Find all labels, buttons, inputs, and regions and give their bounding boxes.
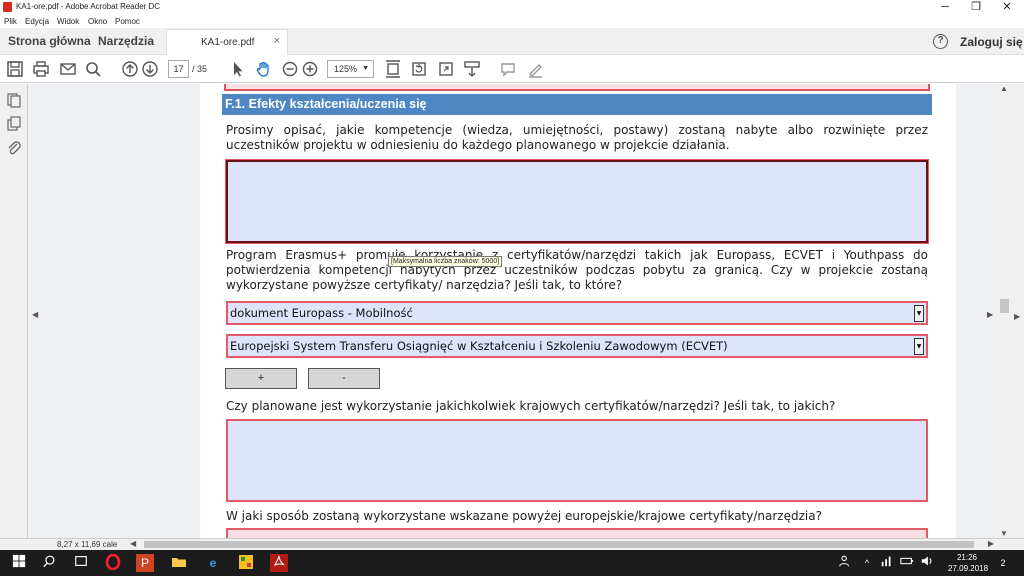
left-side-panel (0, 84, 28, 538)
powerpoint-icon[interactable]: P (136, 554, 154, 572)
task-view-icon[interactable] (72, 554, 90, 572)
status-bar: 8,27 x 11,69 cale ◀ ▶ (0, 538, 1024, 550)
select-cursor-icon[interactable] (228, 59, 248, 79)
close-button[interactable]: ✕ (992, 0, 1022, 15)
maximize-button[interactable]: ❐ (961, 0, 991, 15)
right-panel-toggle[interactable]: ▶ (1012, 84, 1024, 538)
menu-edycja[interactable]: Edycja (25, 17, 49, 26)
dropdown-2-value: Europejski System Transferu Osiągnięć w … (230, 339, 728, 353)
zoom-out-icon[interactable] (280, 59, 300, 79)
dropdown-1-value: dokument Europass - Mobilność (230, 306, 413, 320)
windows-taskbar: P e ^ 21:26 27.09.2018 2 (0, 550, 1024, 576)
nav-bar: Strona główna Narzędzia KA1-ore.pdf × ? … (0, 28, 1024, 55)
zoom-select[interactable]: 125% ▼ (327, 60, 374, 78)
page-size-label: 8,27 x 11,69 cale (57, 540, 118, 549)
add-row-button[interactable]: + (225, 368, 297, 389)
opera-icon[interactable] (104, 553, 122, 572)
instruction-text-3: Czy planowane jest wykorzystanie jakichk… (226, 399, 836, 413)
people-icon[interactable] (836, 554, 854, 572)
search-icon[interactable] (40, 554, 58, 572)
instruction-text-1: Prosimy opisać, jakie kompetencje (wiedz… (226, 123, 928, 152)
previous-field-bottom[interactable] (224, 84, 930, 91)
page-number-input[interactable]: 17 (168, 60, 189, 78)
chevron-down-icon: ▼ (362, 65, 369, 72)
fit-page-icon[interactable] (383, 59, 403, 79)
national-certificates-text-field[interactable] (226, 419, 928, 502)
nav-home[interactable]: Strona główna (8, 34, 91, 48)
menu-pomoc[interactable]: Pomoc (115, 17, 140, 26)
save-icon[interactable] (5, 59, 25, 79)
remove-row-button[interactable]: - (308, 368, 380, 389)
instruction-text-4: W jaki sposób zostaną wykorzystane wskaz… (226, 509, 822, 523)
minimize-button[interactable]: ─ (930, 0, 960, 15)
page-total: / 35 (192, 64, 208, 74)
expand-right-panel-icon[interactable]: ▶ (1014, 312, 1020, 321)
previous-page-icon[interactable] (120, 59, 140, 79)
login-link[interactable]: Zaloguj się (960, 35, 1023, 49)
page-thumbnails-icon[interactable] (6, 92, 22, 108)
notification-count: 2 (1000, 558, 1006, 568)
scroll-down-icon[interactable]: ▼ (1000, 529, 1008, 538)
scroll-right-icon[interactable]: ▶ (988, 539, 994, 548)
horizontal-scrollbar[interactable]: ◀ ▶ (130, 539, 994, 549)
chevron-down-icon[interactable]: ▼ (914, 305, 924, 322)
copy-pages-icon[interactable] (6, 116, 22, 132)
notification-center-icon[interactable]: 2 (994, 554, 1012, 572)
menu-widok[interactable]: Widok (57, 17, 79, 26)
certificate-dropdown-2[interactable]: Europejski System Transferu Osiągnięć w … (226, 334, 928, 358)
highlight-pen-icon[interactable] (525, 59, 545, 79)
comment-icon[interactable] (498, 59, 518, 79)
tray-chevron-icon[interactable]: ^ (858, 554, 876, 572)
tab-close-icon[interactable]: × (274, 35, 280, 47)
toolbar: 17 / 35 125% ▼ (0, 55, 1024, 83)
hand-tool-icon[interactable] (254, 59, 274, 79)
system-clock[interactable]: 21:26 27.09.2018 (948, 552, 989, 574)
window-title: KA1-ore.pdf - Adobe Acrobat Reader DC (16, 2, 161, 11)
next-page-arrow-icon[interactable]: ▶ (987, 310, 993, 319)
email-icon[interactable] (58, 59, 78, 79)
scroll-mode-icon[interactable] (462, 59, 482, 79)
nav-tools[interactable]: Narzędzia (98, 34, 154, 48)
title-bar: KA1-ore.pdf - Adobe Acrobat Reader DC ─ … (0, 0, 1024, 15)
clock-date: 27.09.2018 (948, 564, 989, 573)
zoom-in-icon[interactable] (300, 59, 320, 79)
tab-document[interactable]: KA1-ore.pdf × (166, 29, 288, 55)
acrobat-app-icon (3, 2, 12, 12)
zoom-value: 125% (334, 64, 358, 74)
acrobat-taskbar-icon[interactable] (270, 554, 288, 572)
usage-text-field[interactable] (226, 528, 928, 538)
print-icon[interactable] (31, 59, 51, 79)
competences-text-field[interactable] (226, 160, 928, 243)
section-heading: F.1. Efekty kształcenia/uczenia się (222, 94, 932, 115)
volume-icon[interactable] (918, 554, 936, 572)
next-page-icon[interactable] (140, 59, 160, 79)
help-icon[interactable]: ? (933, 34, 948, 49)
menu-bar: Plik Edycja Widok Okno Pomoc (0, 15, 1024, 28)
spreadsheet-app-icon[interactable] (237, 554, 255, 572)
menu-okno[interactable]: Okno (88, 17, 107, 26)
edge-icon[interactable]: e (204, 554, 222, 572)
previous-page-arrow-icon[interactable]: ◀ (32, 310, 38, 319)
horizontal-scroll-thumb[interactable] (144, 541, 974, 548)
full-screen-icon[interactable] (436, 59, 456, 79)
scroll-thumb[interactable] (1000, 299, 1009, 313)
clock-time: 21:26 (956, 553, 978, 562)
search-icon[interactable] (83, 59, 103, 79)
scroll-up-icon[interactable]: ▲ (1000, 84, 1008, 93)
certificate-dropdown-1[interactable]: dokument Europass - Mobilność ▼ (226, 301, 928, 325)
menu-plik[interactable]: Plik (4, 17, 17, 26)
windows-start-icon[interactable] (10, 554, 28, 572)
chevron-down-icon[interactable]: ▼ (914, 338, 924, 355)
file-explorer-icon[interactable] (170, 554, 188, 572)
battery-icon[interactable] (898, 554, 916, 572)
max-chars-tooltip: [Maksymalna liczba znaków: 5000] (388, 256, 503, 267)
rotate-icon[interactable] (409, 59, 429, 79)
attachment-icon[interactable] (6, 140, 22, 156)
scroll-left-icon[interactable]: ◀ (130, 539, 136, 548)
network-icon[interactable] (878, 554, 896, 572)
vertical-scrollbar[interactable]: ▲ ▼ (997, 84, 1012, 538)
pdf-page: F.1. Efekty kształcenia/uczenia się Pros… (200, 84, 956, 538)
instruction-text-2: Program Erasmus+ promuje korzystanie z c… (226, 248, 928, 292)
tab-label: KA1-ore.pdf (201, 37, 255, 48)
